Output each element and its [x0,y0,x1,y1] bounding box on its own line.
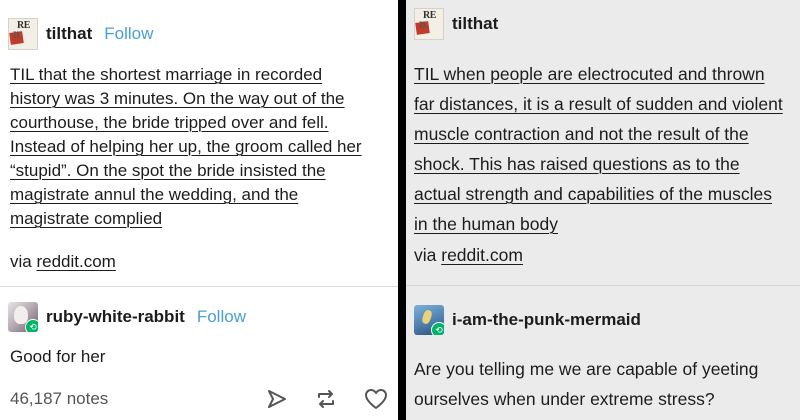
right-post-panel: RE IL tilthat TIL when people are electro… [406,0,800,420]
post-text-line: magistrate complied [10,209,163,228]
til-logo-icon[interactable]: RE IL [414,8,444,40]
post-divider [0,286,398,287]
post-text-line: in the human body [414,214,558,234]
post-text-line: “stupid”. On the spot the bride insisted… [10,161,326,180]
reblog-icon[interactable] [314,388,338,410]
left-post-panel: RE IL tilthat Follow TIL that the shortes… [0,0,398,420]
avatar[interactable]: ⟲ [414,305,444,335]
post-footer: 46,187 notes [10,388,388,410]
til-logo-icon[interactable]: RE IL [8,18,38,50]
share-icon[interactable] [266,388,288,410]
post-text-line: history was 3 minutes. On the way out of… [10,89,345,108]
follow-button[interactable]: Follow [104,24,153,44]
source-link[interactable]: reddit.com [36,252,115,271]
post-body: TIL that the shortest marriage in record… [10,63,390,231]
post-text-line: far distances, it is a result of sudden … [414,94,783,114]
reblogger-username[interactable]: ruby-white-rabbit [46,307,185,327]
post-text-line: TIL when people are electrocuted and thr… [414,64,765,84]
via-source: via reddit.com [10,252,116,272]
comment-line: Are you telling me we are capable of yee… [414,359,759,379]
post-header: RE IL tilthat [414,8,498,40]
post-text-line: magistrate annul the wedding, and the [10,185,299,204]
post-text-line: actual strength and capabilities of the … [414,184,772,204]
post-text-line: shock. This has raised questions as to t… [414,154,740,174]
comment-line: ourselves when under extreme stress? [414,389,715,409]
follow-button[interactable]: Follow [197,307,246,327]
notes-count[interactable]: 46,187 notes [10,389,108,409]
via-source: via reddit.com [414,245,523,266]
reblog-header: ⟲ i-am-the-punk-mermaid [414,305,641,335]
reblogger-username[interactable]: i-am-the-punk-mermaid [452,310,641,330]
post-text-line: Instead of helping her up, the groom cal… [10,137,362,156]
source-link[interactable]: reddit.com [441,245,523,265]
post-actions [266,388,388,410]
author-username[interactable]: tilthat [452,14,498,34]
via-prefix: via [414,245,437,265]
post-text-line: courthouse, the bride tripped over and f… [10,113,329,132]
reblog-comment: Good for her [10,347,106,366]
reblog-icon: ⟲ [431,322,444,335]
post-divider [406,285,800,286]
post-header: RE IL tilthat Follow [8,18,153,50]
post-text-line: muscle contraction and not the result of… [414,124,749,144]
author-username[interactable]: tilthat [46,24,92,44]
avatar[interactable]: ⟲ [8,302,38,332]
via-prefix: via [10,252,32,271]
post-text-line: TIL that the shortest marriage in record… [10,65,323,84]
post-body: TIL when people are electrocuted and thr… [414,59,798,239]
heart-icon[interactable] [364,388,388,410]
reblog-icon: ⟲ [25,319,38,332]
reblog-header: ⟲ ruby-white-rabbit Follow [8,302,246,332]
reblog-comment: Are you telling me we are capable of yee… [414,354,758,414]
